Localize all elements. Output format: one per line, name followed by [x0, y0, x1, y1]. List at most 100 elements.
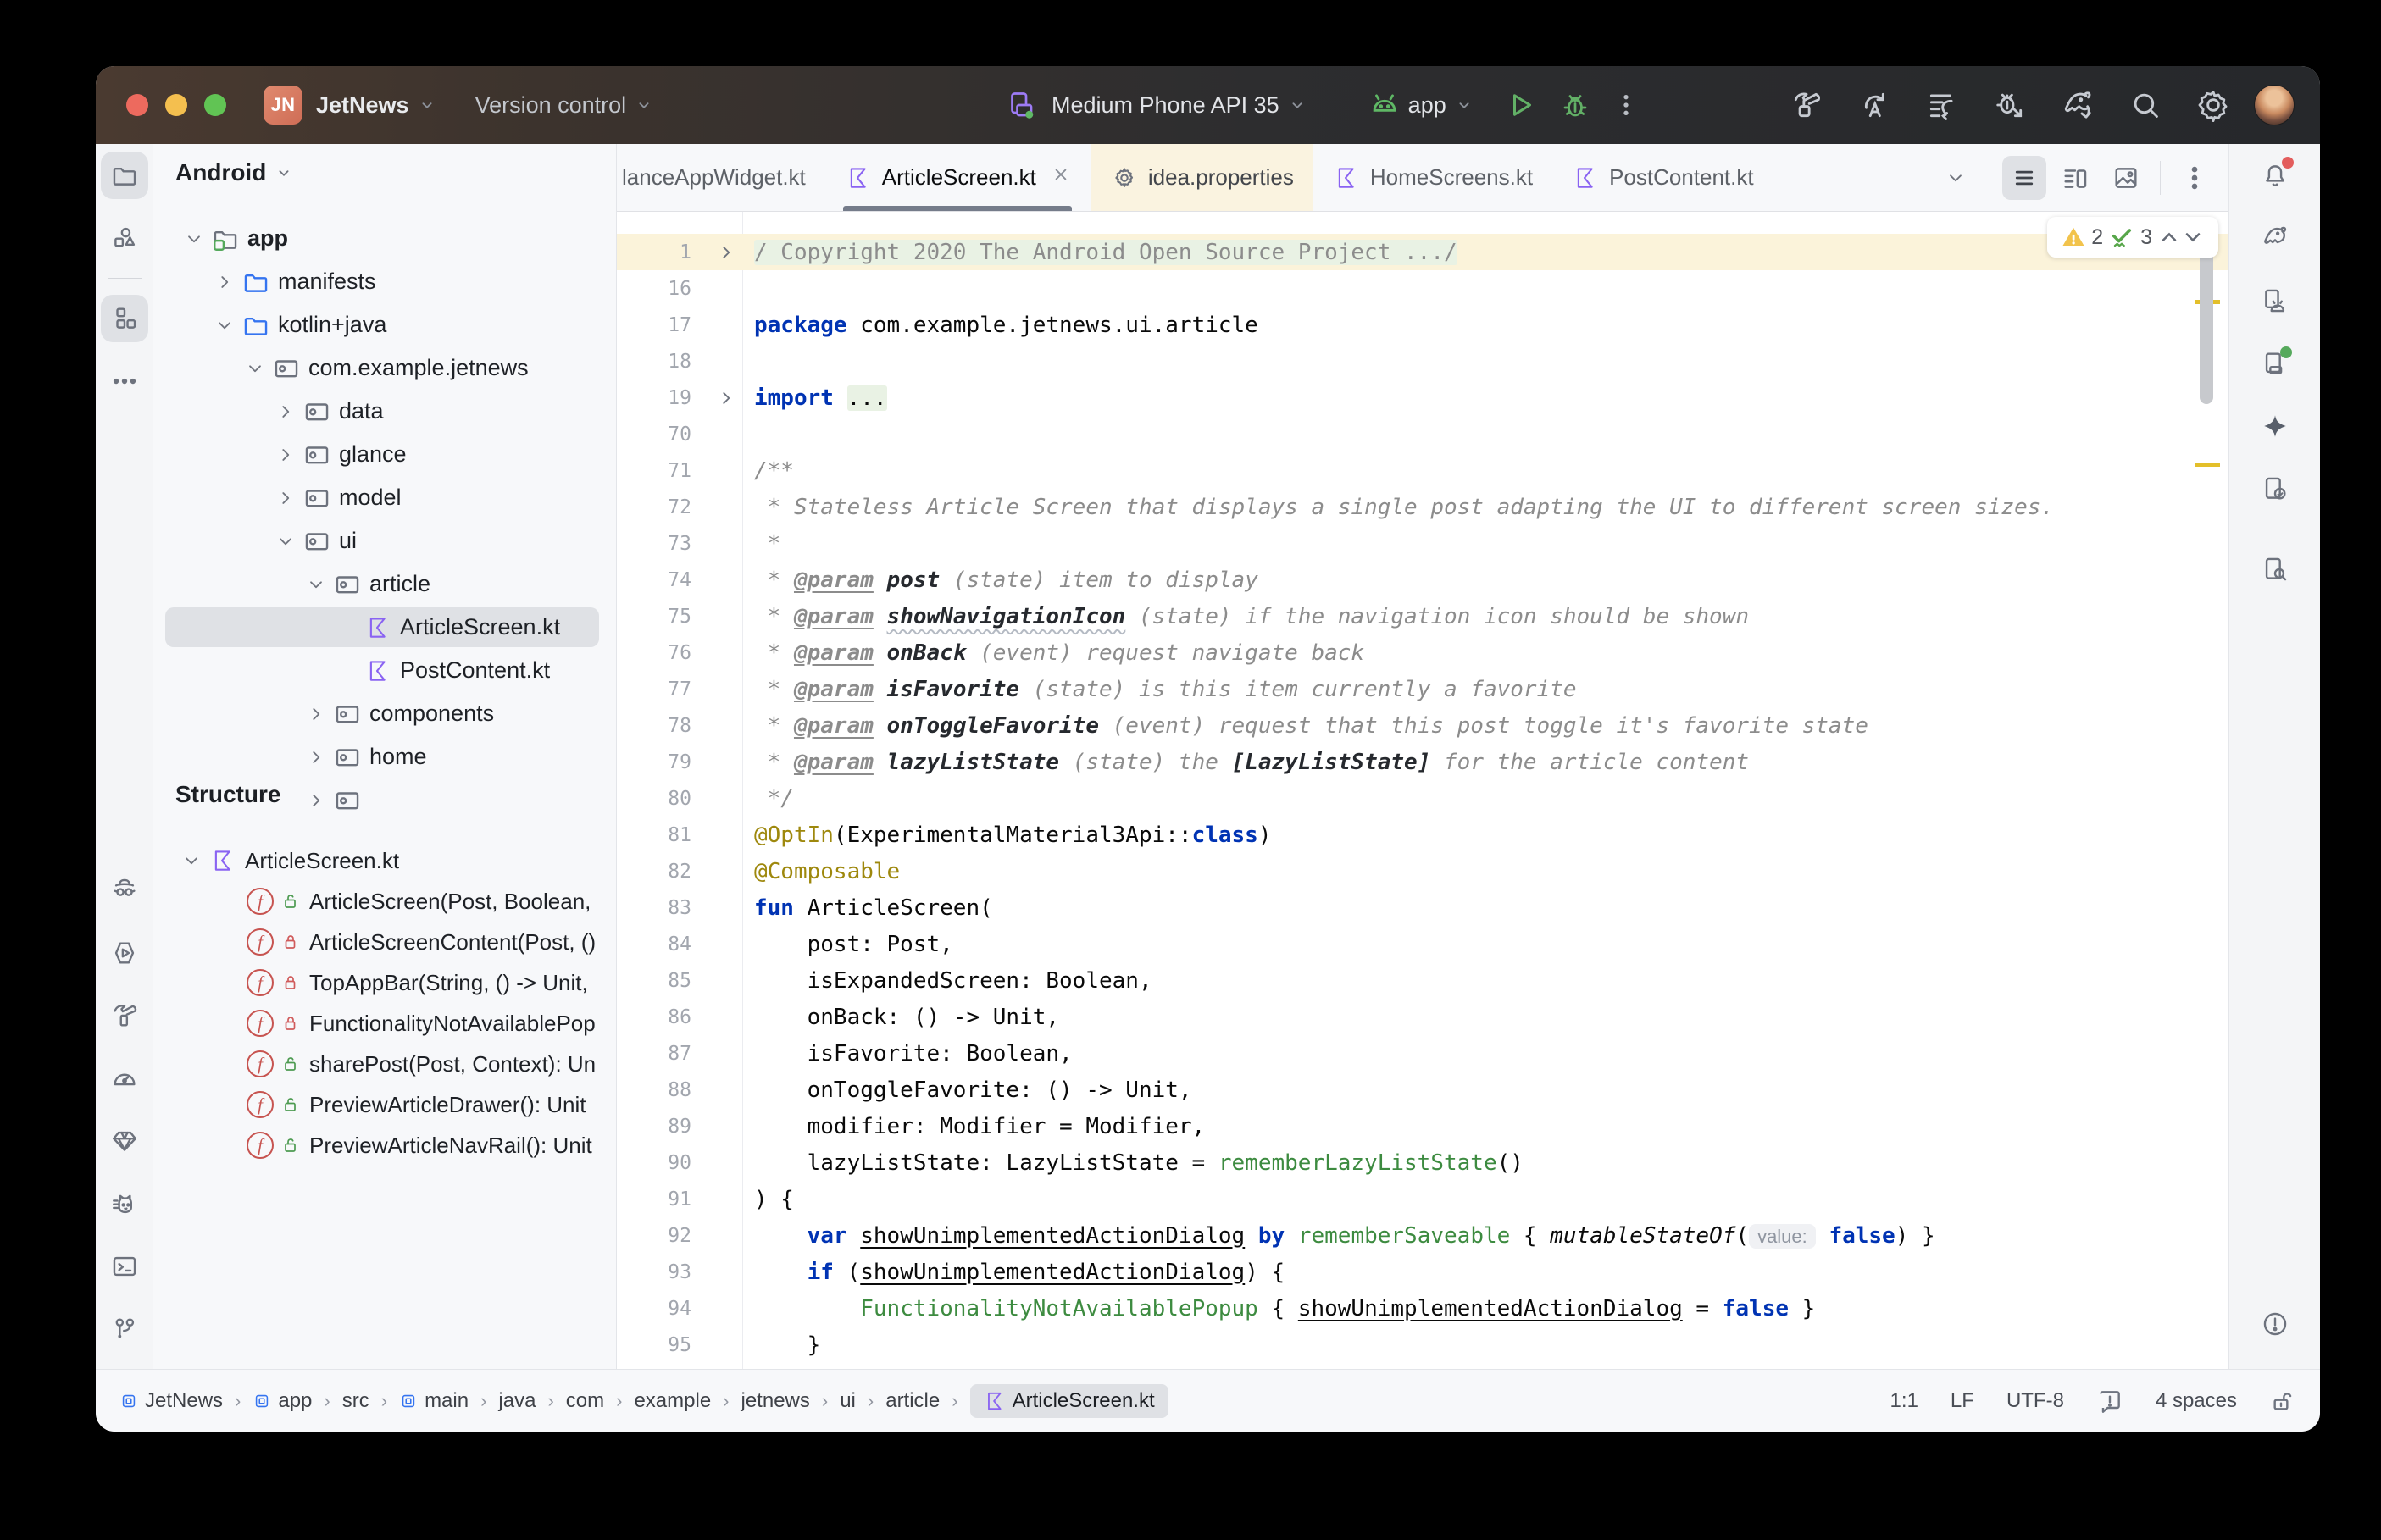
code-line-91[interactable]: 91) { [617, 1181, 2228, 1217]
device-explorer-icon[interactable] [2251, 546, 2299, 593]
code-line-74[interactable]: 74 * @param post (state) item to display [617, 562, 2228, 598]
tree-item-app[interactable]: app [153, 217, 616, 260]
next-problem-chevron-icon[interactable] [2181, 225, 2205, 249]
run-configuration-selector[interactable]: app [1408, 92, 1446, 119]
more-dots-icon[interactable] [101, 357, 148, 405]
chevron-down-icon[interactable] [241, 354, 269, 383]
code-line-87[interactable]: 87 isFavorite: Boolean, [617, 1035, 2228, 1072]
breadcrumb-com[interactable]: com [566, 1389, 604, 1413]
device-link-icon[interactable] [2251, 465, 2299, 512]
chevron-right-icon[interactable] [271, 397, 300, 426]
editor-scrollbar[interactable] [2200, 248, 2213, 404]
code-line-92[interactable]: 92 var showUnimplementedActionDialog by … [617, 1217, 2228, 1254]
breadcrumb-src[interactable]: src [342, 1389, 369, 1413]
code-line-93[interactable]: 93 if (showUnimplementedActionDialog) { [617, 1254, 2228, 1290]
attach-debugger-icon[interactable] [1993, 88, 2027, 122]
logcat-cat-icon[interactable] [101, 1180, 148, 1227]
code-line-83[interactable]: 83 fun ArticleScreen( [617, 889, 2228, 926]
code-line-81[interactable]: 81 @OptIn(ExperimentalMaterial3Api::class… [617, 817, 2228, 853]
structure-item[interactable]: f PreviewArticleNavRail(): Unit [153, 1125, 616, 1166]
profiler-icon[interactable] [1925, 88, 1959, 122]
code-line-17[interactable]: 17 package com.example.jetnews.ui.article [617, 307, 2228, 343]
code-line-85[interactable]: 85 isExpandedScreen: Boolean, [617, 962, 2228, 999]
project-name-menu[interactable]: JetNews [316, 92, 409, 119]
code-line-77[interactable]: 77 * @param isFavorite (state) is this i… [617, 671, 2228, 707]
error-stripe-mark[interactable] [2195, 463, 2220, 467]
chevron-down-icon[interactable] [271, 527, 300, 556]
prev-problem-chevron-icon[interactable] [2157, 225, 2181, 249]
structure-item[interactable]: f PreviewArticleDrawer(): Unit [153, 1084, 616, 1125]
hidden-tabs-chevron-icon[interactable] [1934, 156, 1978, 200]
window-minimize-button[interactable] [165, 94, 187, 116]
profiler-gauge-icon[interactable] [101, 1055, 148, 1102]
code-line-70[interactable]: 70 [617, 416, 2228, 452]
tab-idea.properties[interactable]: idea.properties [1090, 144, 1313, 211]
chevron-down-icon[interactable] [180, 224, 208, 253]
window-close-button[interactable] [126, 94, 148, 116]
tab-options-kebab-icon[interactable] [2173, 156, 2217, 200]
tab-articlescreen.kt[interactable]: ArticleScreen.kt [824, 144, 1091, 211]
breadcrumb-jetnews[interactable]: jetnews [741, 1389, 810, 1413]
code-line-90[interactable]: 90 lazyListState: LazyListState = rememb… [617, 1144, 2228, 1181]
inspection-bubble-icon[interactable] [2096, 1388, 2123, 1415]
code-line-72[interactable]: 72 * Stateless Article Screen that displ… [617, 489, 2228, 525]
problems-icon[interactable] [2251, 1300, 2299, 1348]
breadcrumb-ui[interactable]: ui [840, 1389, 856, 1413]
chevron-right-icon[interactable] [271, 484, 300, 512]
chevron-right-icon[interactable] [302, 786, 330, 815]
gradle-elephant-icon[interactable] [2251, 214, 2299, 262]
code-line-89[interactable]: 89 modifier: Modifier = Modifier, [617, 1108, 2228, 1144]
breadcrumb-articlescreen.kt[interactable]: ArticleScreen.kt [969, 1383, 1168, 1418]
run-button[interactable] [1504, 88, 1538, 122]
editor[interactable]: 1/ Copyright 2020 The Android Open Sourc… [617, 212, 2228, 1369]
project-folder-icon[interactable] [100, 152, 148, 199]
device-manager-icon[interactable] [2251, 277, 2299, 324]
version-control-branch-icon[interactable] [101, 1305, 148, 1353]
breadcrumb-example[interactable]: example [634, 1389, 711, 1413]
more-actions-kebab-icon[interactable] [1609, 88, 1643, 122]
code-line-76[interactable]: 76 * @param onBack (event) request navig… [617, 634, 2228, 671]
tree-item-home[interactable]: home [153, 735, 616, 778]
chevron-right-icon[interactable] [210, 268, 239, 296]
code-line-82[interactable]: 82 @Composable [617, 853, 2228, 889]
tree-item-kotlin+java[interactable]: kotlin+java [153, 303, 616, 346]
build-icon[interactable] [1790, 88, 1823, 122]
breadcrumb-article[interactable]: article [885, 1389, 940, 1413]
structure-item[interactable]: f ArticleScreen(Post, Boolean, [153, 881, 616, 922]
tree-item-com.example.jetnews[interactable]: com.example.jetnews [153, 346, 616, 390]
code-line-94[interactable]: 94 FunctionalityNotAvailablePopup { show… [617, 1290, 2228, 1327]
structure-item[interactable]: f TopAppBar(String, () -> Unit, [153, 962, 616, 1003]
tree-item-components[interactable]: components [153, 692, 616, 735]
code-line-88[interactable]: 88 onToggleFavorite: () -> Unit, [617, 1072, 2228, 1108]
code-line-16[interactable]: 16 [617, 270, 2228, 307]
breadcrumb-java[interactable]: java [498, 1389, 536, 1413]
tab-homescreens.kt[interactable]: HomeScreens.kt [1313, 144, 1551, 211]
tree-item-ui[interactable]: ui [153, 519, 616, 562]
code-line-86[interactable]: 86 onBack: () -> Unit, [617, 999, 2228, 1035]
structure-root[interactable]: ArticleScreen.kt [153, 840, 616, 881]
tree-item-data[interactable]: data [153, 390, 616, 433]
window-maximize-button[interactable] [204, 94, 226, 116]
debug-button[interactable] [1558, 88, 1592, 122]
tree-item-model[interactable]: model [153, 476, 616, 519]
breadcrumb-app[interactable]: app [253, 1389, 312, 1413]
close-icon[interactable] [1050, 163, 1072, 191]
code-line-84[interactable]: 84 post: Post, [617, 926, 2228, 962]
structure-item[interactable]: f ArticleScreenContent(Post, () [153, 922, 616, 962]
tree-item-glance[interactable]: glance [153, 433, 616, 476]
structure-squares-icon[interactable] [100, 295, 148, 342]
structure-item[interactable]: f FunctionalityNotAvailablePop [153, 1003, 616, 1044]
notifications-bell-icon[interactable] [2251, 152, 2299, 199]
line-separator[interactable]: LF [1951, 1389, 1974, 1413]
chevron-right-icon[interactable] [302, 700, 330, 728]
chevron-down-icon[interactable] [210, 311, 239, 340]
code-line-95[interactable]: 95 } [617, 1327, 2228, 1363]
fold-chevron-icon[interactable] [715, 241, 737, 263]
project-view-selector[interactable]: Android [175, 159, 266, 186]
file-encoding[interactable]: UTF-8 [2006, 1389, 2064, 1413]
services-icon[interactable] [101, 929, 148, 977]
code-line-19[interactable]: 19 import ... [617, 379, 2228, 416]
code-line-75[interactable]: 75 * @param showNavigationIcon (state) i… [617, 598, 2228, 634]
breadcrumb-main[interactable]: main [399, 1389, 469, 1413]
search-icon[interactable] [2128, 88, 2162, 122]
